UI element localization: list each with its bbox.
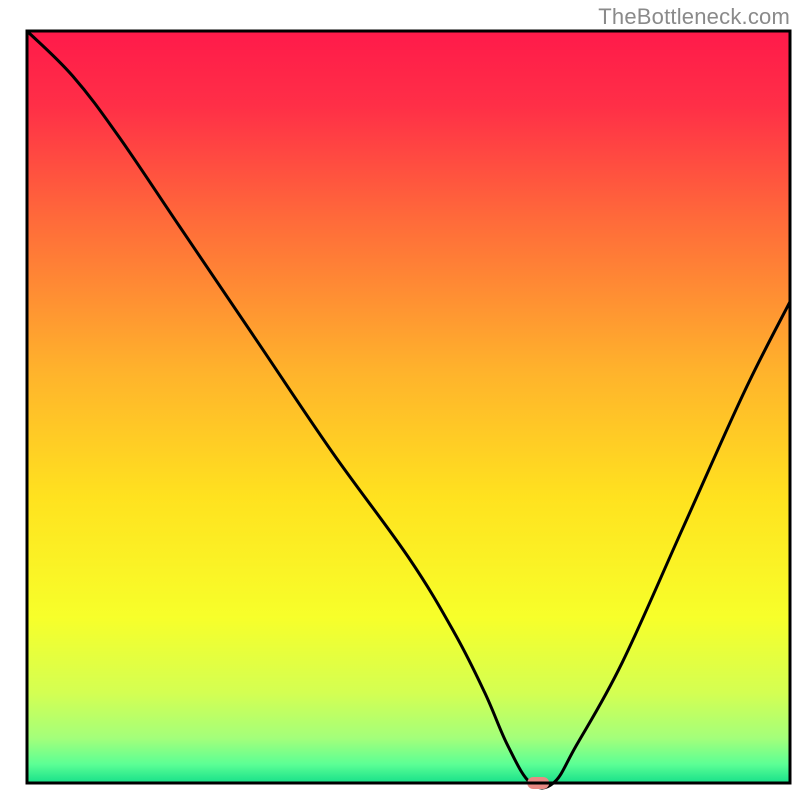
gradient-background xyxy=(27,31,790,783)
attribution-label: TheBottleneck.com xyxy=(598,4,790,30)
bottleneck-chart xyxy=(0,0,800,800)
chart-container: TheBottleneck.com xyxy=(0,0,800,800)
